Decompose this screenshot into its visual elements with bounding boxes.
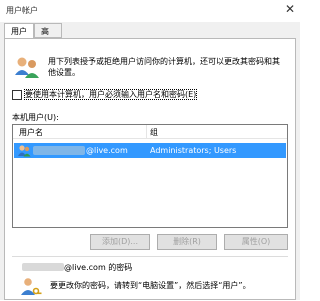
- intro-text: 用下列表授予或拒绝用户访问你的计算机，还可以更改其密码和其他设置。: [48, 57, 280, 77]
- tab-advanced[interactable]: 高级: [34, 23, 62, 51]
- user-accounts-window: 用户帐户 ✕ 用户 高级 用下列表授予或拒绝用户访问你的计算机，还可以更改其密码…: [0, 0, 300, 300]
- user-key-icon: [21, 278, 42, 295]
- properties-button[interactable]: 属性(O): [224, 234, 288, 250]
- column-header-group[interactable]: 组: [150, 127, 158, 138]
- close-icon[interactable]: ✕: [285, 3, 295, 15]
- column-header-username[interactable]: 用户名: [19, 127, 43, 138]
- redacted-username: [22, 263, 64, 271]
- users-listview[interactable]: 用户名 组 @live.com Administrators; Users: [12, 124, 288, 228]
- title-bar: 用户帐户 ✕: [0, 0, 300, 22]
- require-password-row[interactable]: 要使用本计算机，用户必须输入用户名和密码(E): [12, 89, 292, 101]
- row-group: Administrators; Users: [150, 146, 237, 155]
- require-password-label-text[interactable]: 要使用本计算机，用户必须输入用户名和密码(E): [23, 89, 198, 100]
- row-username: @live.com: [86, 146, 128, 155]
- require-password-label[interactable]: 要使用本计算机，用户必须输入用户名和密码(E): [23, 89, 198, 100]
- password-section-text: 要更改你的密码，请转到“电脑设置”，然后选择“用户”。: [50, 281, 251, 290]
- add-user-button[interactable]: 添加(D)...: [90, 234, 150, 250]
- table-row[interactable]: @live.com Administrators; Users: [14, 143, 286, 158]
- column-divider[interactable]: [146, 125, 147, 138]
- users-icon: [15, 57, 39, 78]
- require-password-checkbox[interactable]: [12, 90, 22, 100]
- remove-user-button[interactable]: 删除(R): [157, 234, 217, 250]
- redacted-username: [33, 146, 85, 155]
- listview-header: 用户名 组: [13, 125, 287, 139]
- user-icon: [18, 145, 31, 157]
- local-users-label: 本机用户(U):: [12, 113, 59, 122]
- password-section-title: @live.com 的密码: [22, 262, 132, 273]
- password-section-title-text: @live.com 的密码: [64, 263, 133, 272]
- window-title: 用户帐户: [6, 6, 38, 15]
- tab-users[interactable]: 用户: [4, 23, 34, 39]
